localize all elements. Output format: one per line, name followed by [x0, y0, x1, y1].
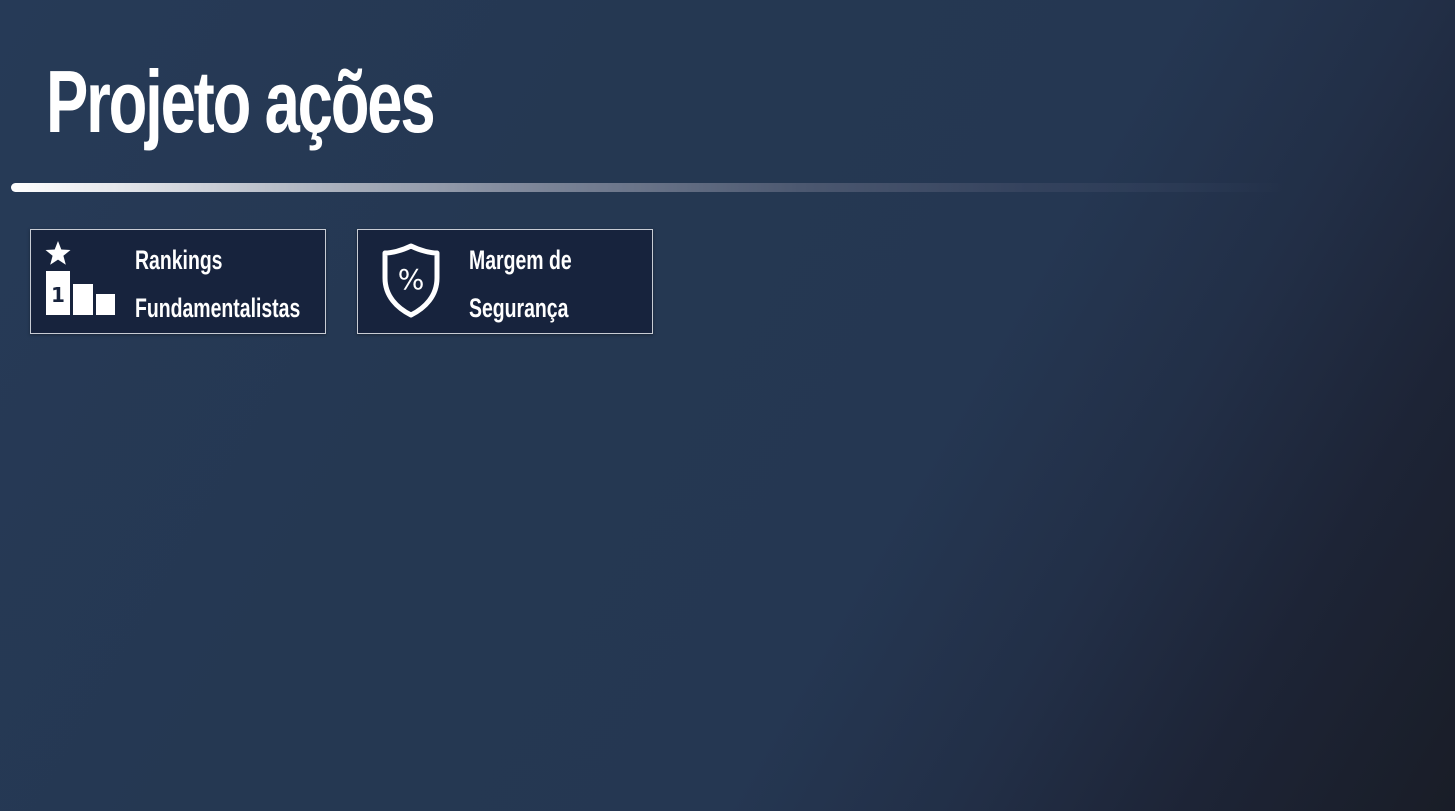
tile-label-line: Fundamentalistas [135, 293, 301, 323]
svg-text:1: 1 [51, 283, 65, 307]
rankings-fundamentalistas-button[interactable]: 1 Rankings Fundamentalistas [30, 229, 326, 334]
podium-ranking-icon: 1 [41, 238, 119, 328]
rankings-fundamentalistas-label: Rankings Fundamentalistas [135, 236, 300, 332]
tile-label-line: Margem de [469, 245, 572, 275]
title-divider [11, 183, 1283, 192]
margem-de-seguranca-button[interactable]: % Margem de Segurança [357, 229, 653, 334]
tile-label-line: Segurança [469, 293, 569, 323]
page-title: Projeto ações [46, 52, 436, 151]
margem-de-seguranca-label: Margem de Segurança [469, 236, 572, 332]
shield-percent-icon: % [374, 238, 452, 328]
tile-label-line: Rankings [135, 245, 223, 275]
svg-text:%: % [398, 263, 425, 296]
